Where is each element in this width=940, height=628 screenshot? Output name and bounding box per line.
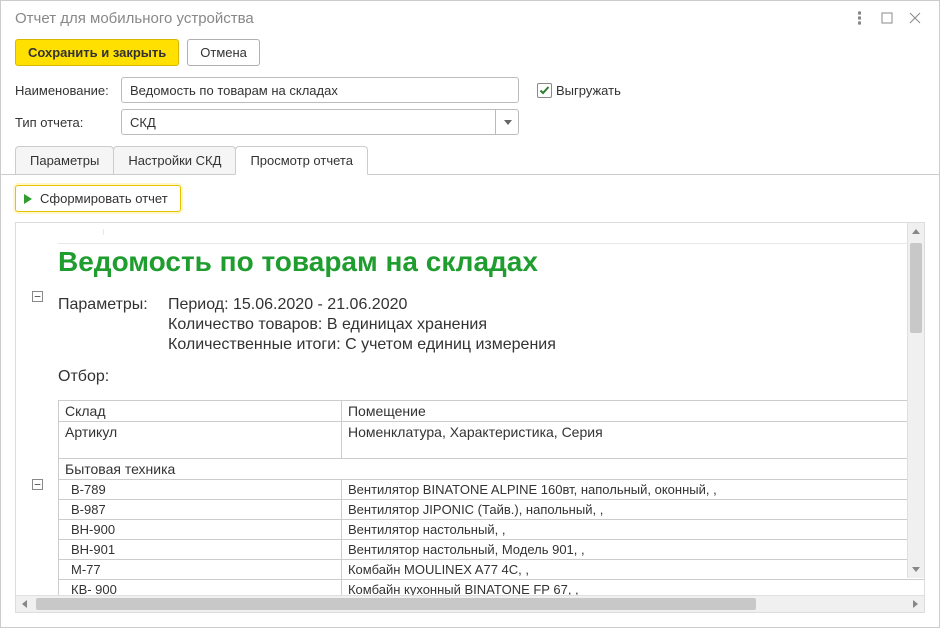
cell-sku: ВН-901 [59, 540, 342, 560]
maximize-icon[interactable] [873, 4, 901, 32]
table-row: ВН-901Вентилятор настольный, Модель 901,… [59, 540, 925, 560]
cell-nom: Комбайн MOULINEX A77 4C, , [341, 560, 924, 580]
header-sku: Склад [59, 401, 342, 422]
tabs: Параметры Настройки СКД Просмотр отчета [1, 138, 939, 175]
vertical-scrollbar[interactable] [907, 223, 924, 578]
toolbar: Сохранить и закрыть Отмена [1, 35, 939, 74]
cell-sku: КВ- 900 [59, 580, 342, 596]
check-icon [537, 83, 552, 98]
table-row: М-77Комбайн MOULINEX A77 4C, ,шт [59, 560, 925, 580]
window-title: Отчет для мобильного устройства [15, 10, 845, 27]
generate-report-button[interactable]: Сформировать отчет [15, 185, 181, 212]
scroll-left-icon[interactable] [16, 596, 33, 612]
horizontal-scrollbar[interactable] [16, 595, 924, 612]
save-close-button[interactable]: Сохранить и закрыть [15, 39, 179, 66]
header-nom: Помещение [341, 401, 924, 422]
table-row: ВН-900Вентилятор настольный, ,шт [59, 520, 925, 540]
cell-sku: ВН-900 [59, 520, 342, 540]
table-row: В-789Вентилятор BINATONE ALPINE 160вт, н… [59, 480, 925, 500]
tab-settings[interactable]: Настройки СКД [113, 146, 236, 174]
report-title: Ведомость по товарам на складах [58, 243, 924, 278]
filter-label: Отбор: [58, 368, 109, 385]
tab-preview[interactable]: Просмотр отчета [235, 146, 368, 175]
cell-sku: В-987 [59, 500, 342, 520]
cell-sku: М-77 [59, 560, 342, 580]
table-header-row: Артикул Номенклатура, Характеристика, Се… [59, 422, 925, 459]
titlebar: Отчет для мобильного устройства [1, 1, 939, 35]
cell-nom: Вентилятор JIPONIC (Тайв.), напольный, , [341, 500, 924, 520]
cell-sku: В-789 [59, 480, 342, 500]
cancel-button[interactable]: Отмена [187, 39, 260, 66]
export-label: Выгружать [556, 83, 621, 98]
param-line: Количество товаров: В единицах хранения [168, 316, 487, 334]
table-group-row: Бытовая техника [59, 459, 925, 480]
generate-label: Сформировать отчет [40, 191, 168, 206]
header-nom2: Номенклатура, Характеристика, Серия [341, 422, 924, 459]
param-line: Количественные итоги: С учетом единиц из… [168, 336, 556, 354]
cell-nom: Комбайн кухонный BINATONE FP 67, , [341, 580, 924, 596]
report-area: − Ведомость по товарам на складах Параме… [15, 222, 925, 613]
header-sku2: Артикул [59, 422, 342, 459]
scroll-up-icon[interactable] [908, 223, 924, 240]
group-cell: Бытовая техника [59, 459, 925, 480]
params-label: Параметры: [58, 296, 168, 314]
scroll-right-icon[interactable] [907, 596, 924, 612]
table-header-row: Склад Помещение Коли [59, 401, 925, 422]
type-select[interactable] [121, 109, 519, 135]
table-row: КВ- 900Комбайн кухонный BINATONE FP 67, … [59, 580, 925, 596]
tab-content-preview: Сформировать отчет − Ведомость по товара… [1, 175, 939, 627]
type-label: Тип отчета: [15, 115, 121, 130]
scroll-down-icon[interactable] [908, 561, 924, 578]
collapse-toggle[interactable]: − [32, 479, 43, 490]
cell-nom: Вентилятор настольный, , [341, 520, 924, 540]
report-table: Склад Помещение Коли Артикул Номенклатур… [58, 400, 924, 595]
close-icon[interactable] [901, 4, 929, 32]
param-line: Период: 15.06.2020 - 21.06.2020 [168, 296, 407, 314]
name-input[interactable] [121, 77, 519, 103]
scroll-thumb[interactable] [36, 598, 756, 610]
cell-nom: Вентилятор BINATONE ALPINE 160вт, наполь… [341, 480, 924, 500]
tab-params[interactable]: Параметры [15, 146, 114, 174]
table-row: В-987Вентилятор JIPONIC (Тайв.), напольн… [59, 500, 925, 520]
cell-nom: Вентилятор настольный, Модель 901, , [341, 540, 924, 560]
chevron-down-icon[interactable] [495, 109, 519, 135]
more-icon[interactable] [845, 4, 873, 32]
report-params: Параметры: Период: 15.06.2020 - 21.06.20… [58, 296, 924, 354]
export-checkbox[interactable]: Выгружать [537, 83, 621, 98]
name-label: Наименование: [15, 83, 121, 98]
scroll-thumb[interactable] [910, 243, 922, 333]
collapse-toggle[interactable]: − [32, 291, 43, 302]
play-icon [24, 194, 32, 204]
